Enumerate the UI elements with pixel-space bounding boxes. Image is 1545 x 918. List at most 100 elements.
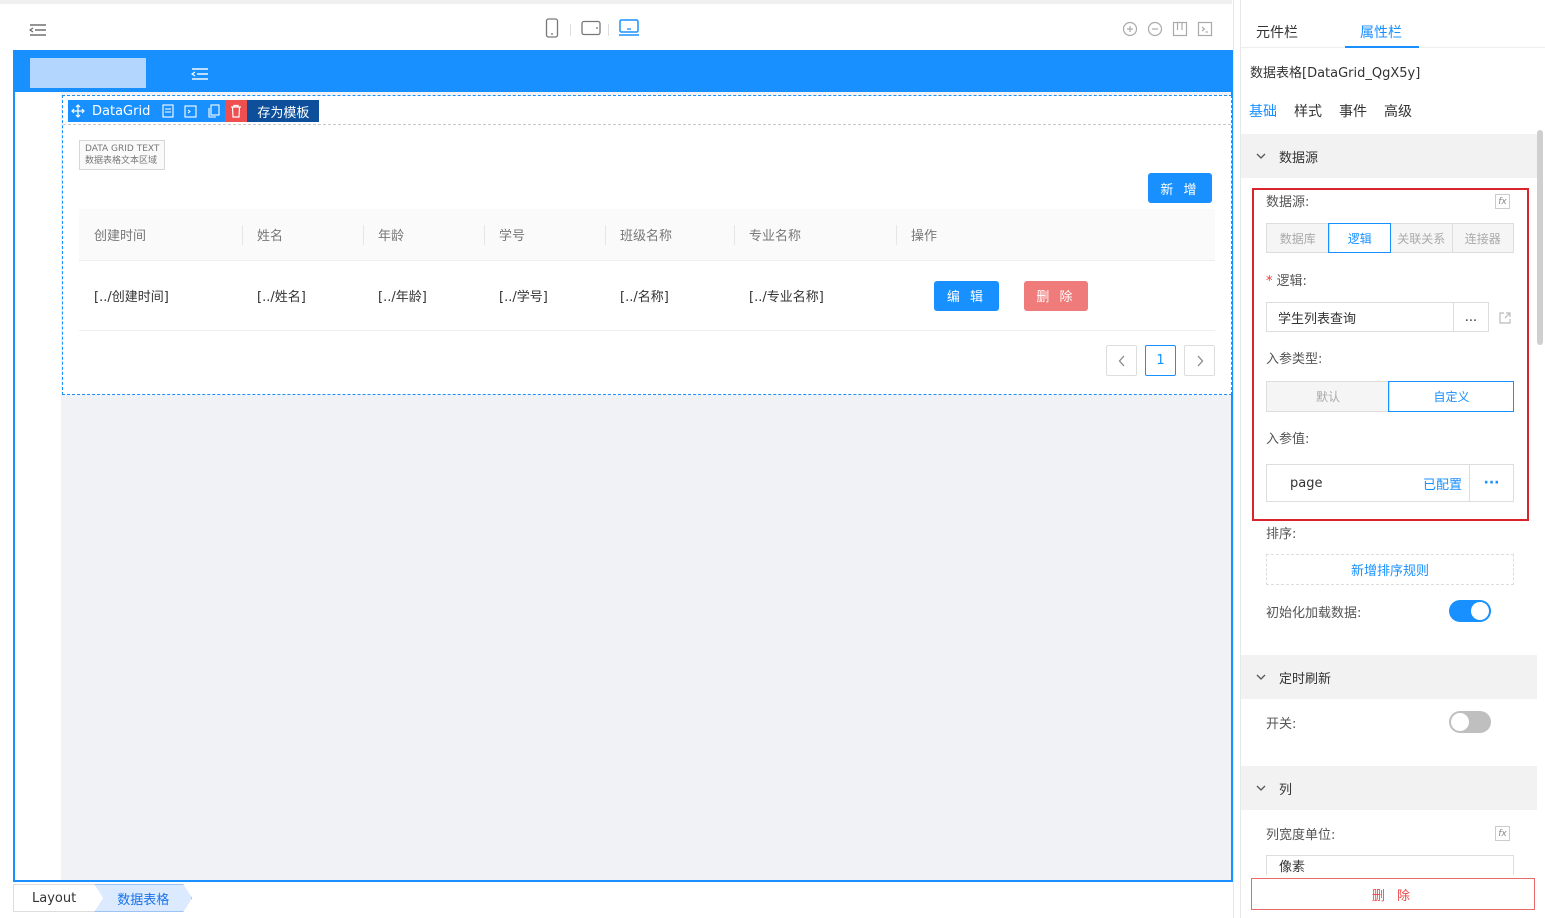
table-cell: [../专业名称] — [749, 290, 824, 305]
code-icon[interactable] — [179, 100, 202, 122]
table-row: [../创建时间] [../姓名] [../年龄] [../学号] [../名称… — [79, 261, 1215, 331]
datagrid-component[interactable]: DataGrid 存为模板 DATA GRID TEXT 数据表格文本区域 新 … — [62, 95, 1232, 395]
tab-events[interactable]: 事件 — [1339, 101, 1367, 121]
column-header: 创建时间 — [94, 229, 147, 244]
timer-toggle[interactable] — [1449, 711, 1491, 733]
design-canvas: DataGrid 存为模板 DATA GRID TEXT 数据表格文本区域 新 … — [13, 50, 1233, 882]
init-load-toggle[interactable] — [1449, 600, 1491, 622]
column-header: 操作 — [896, 209, 1215, 260]
desktop-icon[interactable] — [618, 17, 640, 39]
field-label: 开关: — [1266, 717, 1297, 732]
datagrid-text-area[interactable]: DATA GRID TEXT 数据表格文本区域 — [79, 140, 166, 170]
field-label: 数据源: — [1266, 195, 1310, 210]
table-header: 创建时间 姓名 年龄 学号 班级名称 专业名称 操作 — [79, 209, 1215, 261]
breadcrumb-item-datagrid[interactable]: 数据表格 — [94, 884, 192, 912]
option-database[interactable]: 数据库 — [1267, 224, 1329, 252]
component-title: 数据表格[DataGrid_QgX5y] — [1250, 66, 1421, 81]
logic-select[interactable]: 学生列表查询 ... — [1266, 302, 1489, 332]
logo-placeholder — [30, 58, 146, 88]
component-label: DataGrid — [92, 103, 151, 119]
section-title: 列 — [1279, 782, 1293, 798]
column-header: 年龄 — [363, 209, 484, 260]
chevron-down-icon — [1255, 150, 1267, 162]
tab-advanced[interactable]: 高级 — [1384, 101, 1412, 121]
data-table: 创建时间 姓名 年龄 学号 班级名称 专业名称 操作 [../创建时间] [..… — [79, 209, 1215, 331]
divider — [63, 124, 1231, 125]
field-label: 入参类型: — [1266, 352, 1323, 367]
param-more-button[interactable]: ··· — [1469, 465, 1513, 501]
option-custom[interactable]: 自定义 — [1388, 381, 1514, 412]
page-button[interactable]: 1 — [1145, 345, 1176, 376]
section-columns[interactable]: 列 — [1241, 766, 1537, 810]
chevron-down-icon — [1255, 671, 1267, 683]
field-label: 列宽度单位: — [1266, 828, 1336, 843]
tab-basic[interactable]: 基础 — [1249, 101, 1277, 121]
section-title: 定时刷新 — [1279, 671, 1332, 687]
section-timer[interactable]: 定时刷新 — [1241, 655, 1537, 699]
datasource-selector: 数据库 逻辑 关联关系 连接器 — [1266, 223, 1514, 253]
divider[interactable] — [1233, 0, 1234, 918]
section-datasource[interactable]: 数据源 — [1241, 134, 1537, 178]
copy-icon[interactable] — [202, 100, 225, 122]
option-logic[interactable]: 逻辑 — [1327, 223, 1391, 253]
param-status: 已配置 — [1422, 477, 1462, 493]
layout-icon[interactable] — [1171, 20, 1189, 38]
text-badge-line2: 数据表格文本区域 — [85, 156, 158, 166]
logic-more-button[interactable]: ... — [1453, 303, 1488, 331]
add-button[interactable]: 新 增 — [1148, 173, 1212, 203]
code-icon[interactable] — [1196, 20, 1214, 38]
move-icon[interactable] — [68, 100, 88, 122]
document-icon[interactable] — [156, 100, 179, 122]
column-header: 姓名 — [242, 209, 363, 260]
panel-tabs: 元件栏 属性栏 — [1241, 6, 1545, 48]
logic-label: 逻辑: — [1276, 274, 1307, 289]
section-title: 数据源 — [1279, 150, 1319, 166]
mobile-icon[interactable] — [541, 17, 563, 39]
table-cell: [../年龄] — [378, 290, 427, 305]
property-sub-tabs: 基础 样式 事件 高级 — [1249, 101, 1412, 121]
add-sort-rule-button[interactable]: 新增排序规则 — [1266, 554, 1514, 585]
field-label: 入参值: — [1266, 432, 1310, 447]
row-delete-button[interactable]: 删 除 — [1024, 280, 1088, 311]
component-toolbar: DataGrid 存为模板 — [68, 100, 320, 122]
fx-icon[interactable]: fx — [1495, 194, 1510, 209]
option-connector[interactable]: 连接器 — [1451, 224, 1513, 252]
edit-button[interactable]: 编 辑 — [934, 280, 999, 311]
column-header: 班级名称 — [605, 209, 734, 260]
breadcrumb: Layout 数据表格 — [13, 884, 192, 912]
tab-properties[interactable]: 属性栏 — [1360, 22, 1402, 42]
table-cell: [../名称] — [620, 290, 669, 305]
option-relation[interactable]: 关联关系 — [1390, 224, 1452, 252]
next-page-button[interactable] — [1184, 345, 1215, 376]
top-toolbar — [0, 0, 1232, 50]
field-label: 排序: — [1266, 527, 1297, 542]
chevron-down-icon — [1255, 782, 1267, 794]
breadcrumb-item-layout[interactable]: Layout — [13, 884, 97, 912]
option-default[interactable]: 默认 — [1267, 382, 1389, 411]
actions-cell: 编 辑 删 除 — [896, 261, 1215, 330]
chevron-left-icon — [1118, 355, 1124, 366]
save-template-button[interactable]: 存为模板 — [247, 100, 320, 122]
tab-components[interactable]: 元件栏 — [1256, 22, 1298, 42]
menu-fold-icon[interactable] — [191, 66, 209, 82]
field-label: * 逻辑: — [1266, 274, 1307, 289]
zoom-in-icon[interactable] — [1121, 20, 1139, 38]
column-header: 专业名称 — [734, 209, 896, 260]
column-width-unit-select[interactable]: 像素 — [1266, 855, 1514, 875]
logic-value: 学生列表查询 — [1278, 311, 1357, 327]
fx-icon[interactable]: fx — [1495, 826, 1510, 841]
tab-style[interactable]: 样式 — [1294, 101, 1322, 121]
param-value-row: page 已配置 ··· — [1266, 464, 1514, 502]
table-cell: [../学号] — [499, 290, 548, 305]
external-link-icon[interactable] — [1497, 310, 1513, 326]
tablet-icon[interactable] — [580, 17, 602, 39]
scrollbar[interactable] — [1537, 130, 1543, 345]
prev-page-button[interactable] — [1106, 345, 1137, 376]
menu-fold-icon[interactable] — [29, 22, 47, 38]
active-tab-indicator — [1345, 46, 1419, 48]
app-header — [15, 52, 1231, 92]
pagination: 1 — [1106, 345, 1215, 376]
delete-component-button[interactable]: 删 除 — [1251, 878, 1535, 910]
trash-icon[interactable] — [225, 100, 248, 122]
zoom-out-icon[interactable] — [1146, 20, 1164, 38]
